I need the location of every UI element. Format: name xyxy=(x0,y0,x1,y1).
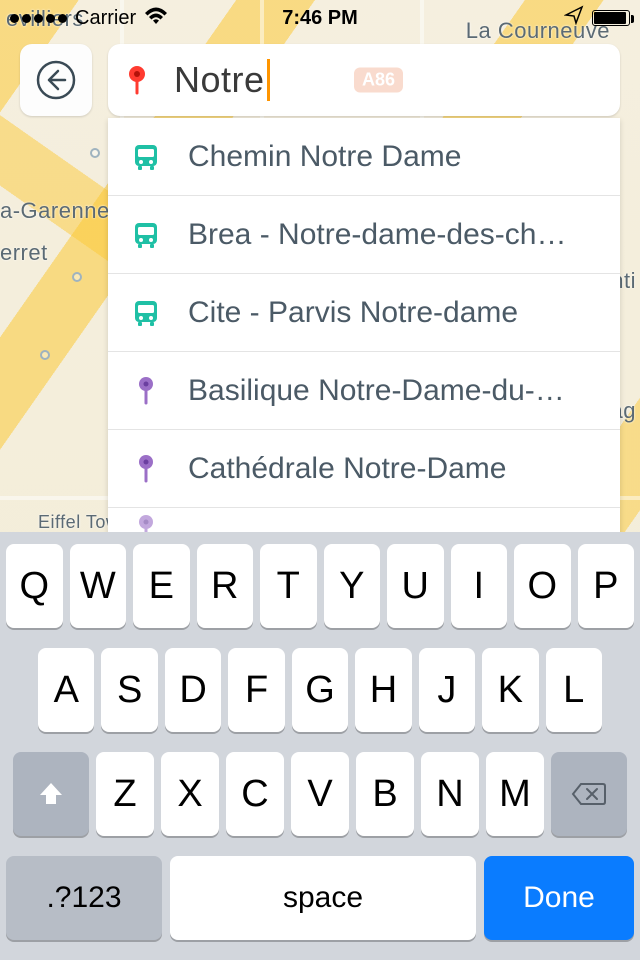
key-number-toggle[interactable]: .?123 xyxy=(6,856,162,940)
key-w[interactable]: W xyxy=(70,544,127,628)
key-m[interactable]: M xyxy=(486,752,544,836)
key-t[interactable]: T xyxy=(260,544,317,628)
key-u[interactable]: U xyxy=(387,544,444,628)
key-n[interactable]: N xyxy=(421,752,479,836)
suggestion-label: Cite - Parvis Notre-dame xyxy=(188,296,598,330)
key-c[interactable]: C xyxy=(226,752,284,836)
key-o[interactable]: O xyxy=(514,544,571,628)
back-button[interactable] xyxy=(20,44,92,116)
key-x[interactable]: X xyxy=(161,752,219,836)
bus-icon xyxy=(130,220,162,250)
key-h[interactable]: H xyxy=(355,648,411,732)
key-d[interactable]: D xyxy=(165,648,221,732)
key-j[interactable]: J xyxy=(419,648,475,732)
search-suggestions: Chemin Notre Dame Brea - Notre-dame-des-… xyxy=(108,118,620,554)
key-v[interactable]: V xyxy=(291,752,349,836)
suggestion-row[interactable]: Cathédrale Notre-Dame xyxy=(108,430,620,508)
cell-signal-icon xyxy=(10,14,67,23)
map-label: erret xyxy=(0,240,48,266)
suggestion-label: Brea - Notre-dame-des-ch… xyxy=(188,218,598,252)
status-bar: Carrier 7:46 PM xyxy=(0,0,640,36)
carrier-label: Carrier xyxy=(75,7,136,30)
key-g[interactable]: G xyxy=(292,648,348,732)
key-backspace[interactable] xyxy=(551,752,627,836)
search-query-text: Notre xyxy=(174,59,265,101)
keyboard: Q W E R T Y U I O P A S D F G H J K L Z xyxy=(0,532,640,960)
suggestion-label: Chemin Notre Dame xyxy=(188,140,598,174)
key-b[interactable]: B xyxy=(356,752,414,836)
text-cursor xyxy=(267,59,270,101)
bus-icon xyxy=(130,142,162,172)
suggestion-row[interactable]: Chemin Notre Dame xyxy=(108,118,620,196)
key-s[interactable]: S xyxy=(101,648,157,732)
suggestion-row[interactable]: Basilique Notre-Dame-du-… xyxy=(108,352,620,430)
key-r[interactable]: R xyxy=(197,544,254,628)
back-arrow-icon xyxy=(34,58,78,102)
key-shift[interactable] xyxy=(13,752,89,836)
key-y[interactable]: Y xyxy=(324,544,381,628)
key-k[interactable]: K xyxy=(482,648,538,732)
wifi-icon xyxy=(144,5,168,31)
key-done[interactable]: Done xyxy=(484,856,634,940)
pin-icon xyxy=(130,376,162,406)
suggestion-label: Cathédrale Notre-Dame xyxy=(188,452,598,486)
key-space[interactable]: space xyxy=(170,856,476,940)
suggestion-row[interactable]: Brea - Notre-dame-des-ch… xyxy=(108,196,620,274)
suggestion-label: Basilique Notre-Dame-du-… xyxy=(188,374,598,408)
key-l[interactable]: L xyxy=(546,648,602,732)
search-input[interactable]: Notre A86 xyxy=(108,44,620,116)
suggestion-row[interactable]: Cite - Parvis Notre-dame xyxy=(108,274,620,352)
pin-icon xyxy=(130,454,162,484)
bus-icon xyxy=(130,298,162,328)
key-p[interactable]: P xyxy=(578,544,635,628)
location-pin-icon xyxy=(126,65,148,95)
shift-icon xyxy=(36,779,66,809)
key-e[interactable]: E xyxy=(133,544,190,628)
key-i[interactable]: I xyxy=(451,544,508,628)
route-badge: A86 xyxy=(354,68,403,93)
key-z[interactable]: Z xyxy=(96,752,154,836)
key-q[interactable]: Q xyxy=(6,544,63,628)
backspace-icon xyxy=(571,781,607,807)
key-f[interactable]: F xyxy=(228,648,284,732)
key-a[interactable]: A xyxy=(38,648,94,732)
clock: 7:46 PM xyxy=(282,7,358,30)
battery-icon xyxy=(592,10,630,26)
map-label: a-Garenne xyxy=(0,198,110,224)
location-icon xyxy=(564,5,584,31)
